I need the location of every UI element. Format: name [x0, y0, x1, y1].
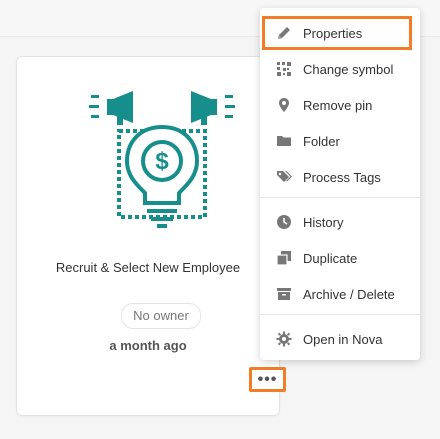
menu-item-label: History: [303, 214, 344, 230]
menu-item-label: Change symbol: [303, 61, 394, 77]
menu-item-label: Archive / Delete: [303, 286, 395, 302]
archive-icon: [275, 285, 293, 303]
menu-item-folder[interactable]: Folder: [260, 124, 420, 158]
menu-item-process-tags[interactable]: Process Tags: [260, 160, 420, 194]
menu-item-remove-pin[interactable]: Remove pin: [260, 88, 420, 122]
menu-item-history[interactable]: History: [260, 205, 420, 239]
menu-item-label: Process Tags: [303, 169, 381, 185]
tags-icon: [275, 168, 293, 186]
menu-item-label: Folder: [303, 133, 340, 149]
lightbulb-money-megaphone-icon: $: [89, 91, 235, 228]
menu-divider: [260, 314, 420, 315]
menu-item-label: Duplicate: [303, 250, 358, 266]
pencil-icon: [275, 24, 293, 42]
gear-icon: [275, 330, 293, 348]
clock-icon: [275, 213, 293, 231]
card-timestamp: a month ago: [109, 338, 187, 353]
owner-badge: No owner: [121, 303, 201, 329]
card-title: Recruit & Select New Employee: [55, 260, 241, 275]
menu-item-label: Open in Nova: [303, 331, 383, 347]
process-card[interactable]: $ Recruit & Select New Employee No owner…: [16, 56, 280, 416]
pin-icon: [275, 96, 293, 114]
change-symbol-icon: [275, 60, 293, 78]
menu-item-open-in-nova[interactable]: Open in Nova: [260, 322, 420, 356]
menu-item-change-symbol[interactable]: Change symbol: [260, 52, 420, 86]
menu-item-label: Remove pin: [303, 97, 373, 113]
menu-item-archive-delete[interactable]: Archive / Delete: [260, 277, 420, 311]
menu-item-label: Properties: [303, 25, 363, 41]
folder-icon: [275, 132, 293, 150]
more-options-button[interactable]: •••: [249, 367, 286, 392]
context-menu: Properties Change symbol Remove pin Fold…: [260, 8, 420, 360]
menu-divider: [260, 197, 420, 198]
svg-text:$: $: [155, 148, 169, 175]
menu-item-properties[interactable]: Properties: [262, 16, 412, 50]
duplicate-icon: [275, 249, 293, 267]
menu-item-duplicate[interactable]: Duplicate: [260, 241, 420, 275]
